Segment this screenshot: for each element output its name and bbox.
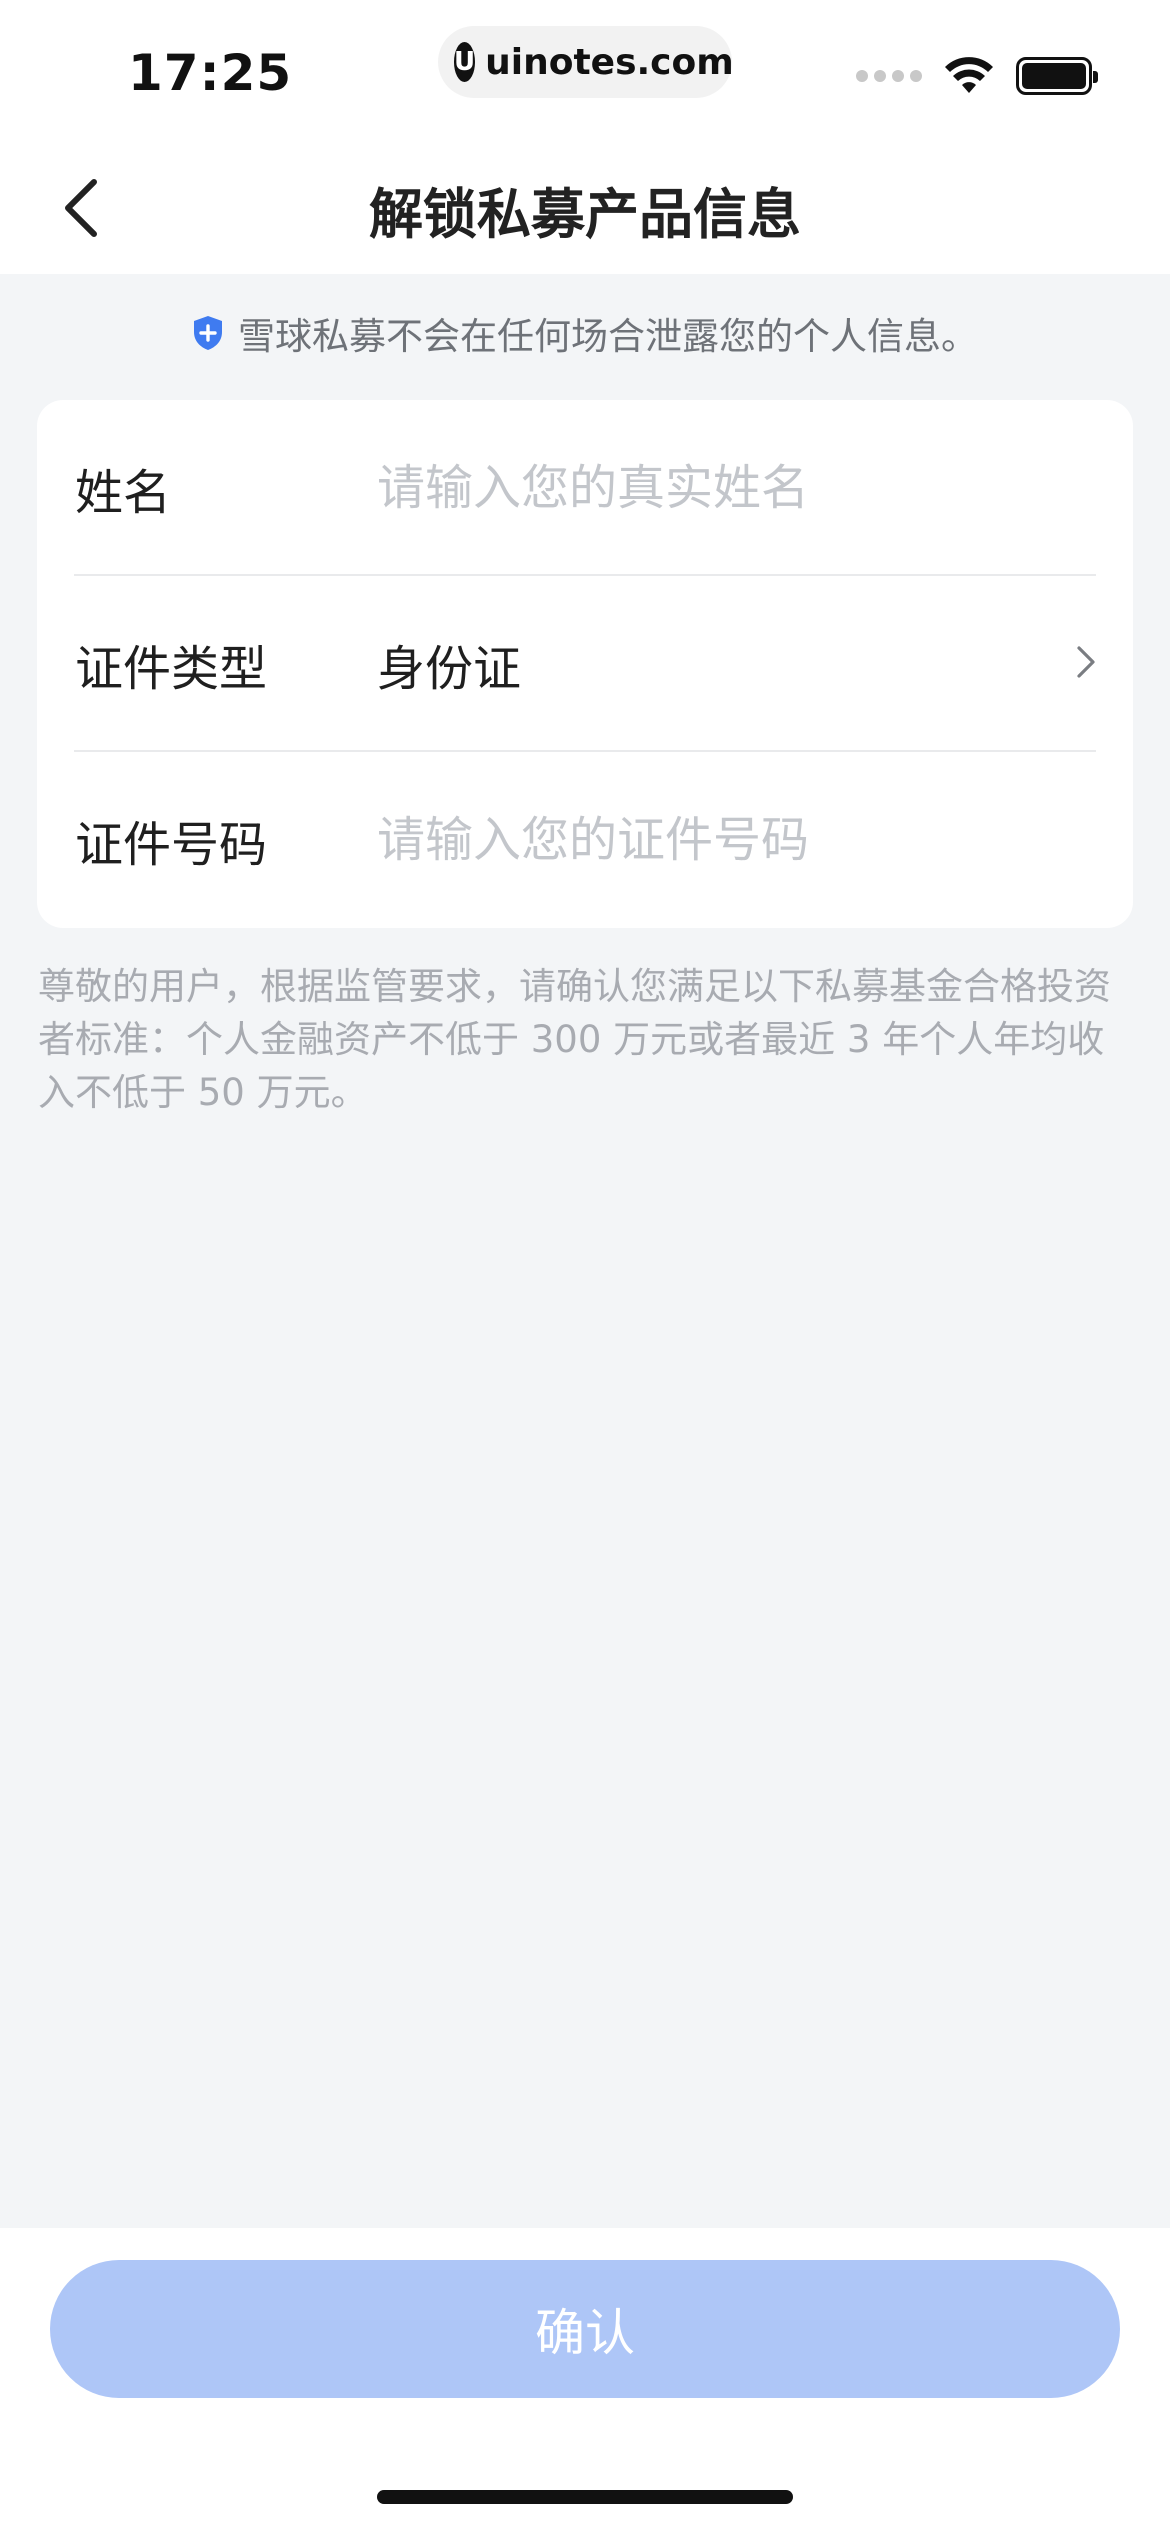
name-input[interactable] [377,460,1057,516]
identity-form: 姓名 证件类型 身份证 证件号码 [37,400,1133,928]
id-type-value: 身份证 [377,641,522,697]
home-indicator [377,2490,793,2504]
nav-bar: 解锁私募产品信息 [0,140,1170,274]
id-number-row: 证件号码 [37,752,1133,928]
signal-icon [856,70,922,82]
status-icons [856,52,1098,100]
id-type-label: 证件类型 [75,641,268,697]
url-pill[interactable]: U uinotes.com [438,26,734,98]
page-title: 解锁私募产品信息 [369,183,801,246]
investor-disclaimer: 尊敬的用户，根据监管要求，请确认您满足以下私募基金合格投资者标准：个人金融资产不… [38,965,1111,1114]
privacy-text: 雪球私募不会在任何场合泄露您的个人信息。 [238,315,978,358]
id-number-label: 证件号码 [75,817,268,873]
battery-icon [1016,57,1098,95]
name-label: 姓名 [75,465,172,521]
id-number-input[interactable] [377,812,1057,868]
privacy-notice: 雪球私募不会在任何场合泄露您的个人信息。 [0,306,1170,360]
bottom-bar: 确认 [0,2228,1170,2532]
site-logo-icon: U [454,42,476,82]
page: 17:25 U uinotes.com 解锁私募产品信息 雪球私募不会在任何场合… [0,0,1170,2532]
status-time: 17:25 [128,44,293,102]
url-text: uinotes.com [485,41,734,83]
confirm-button[interactable]: 确认 [50,2260,1120,2398]
wifi-icon [945,57,993,93]
chevron-right-icon [1077,646,1095,678]
name-row: 姓名 [37,400,1133,576]
shield-plus-icon [194,316,222,350]
status-bar: 17:25 U uinotes.com [0,0,1170,140]
id-type-row[interactable]: 证件类型 身份证 [37,576,1133,752]
